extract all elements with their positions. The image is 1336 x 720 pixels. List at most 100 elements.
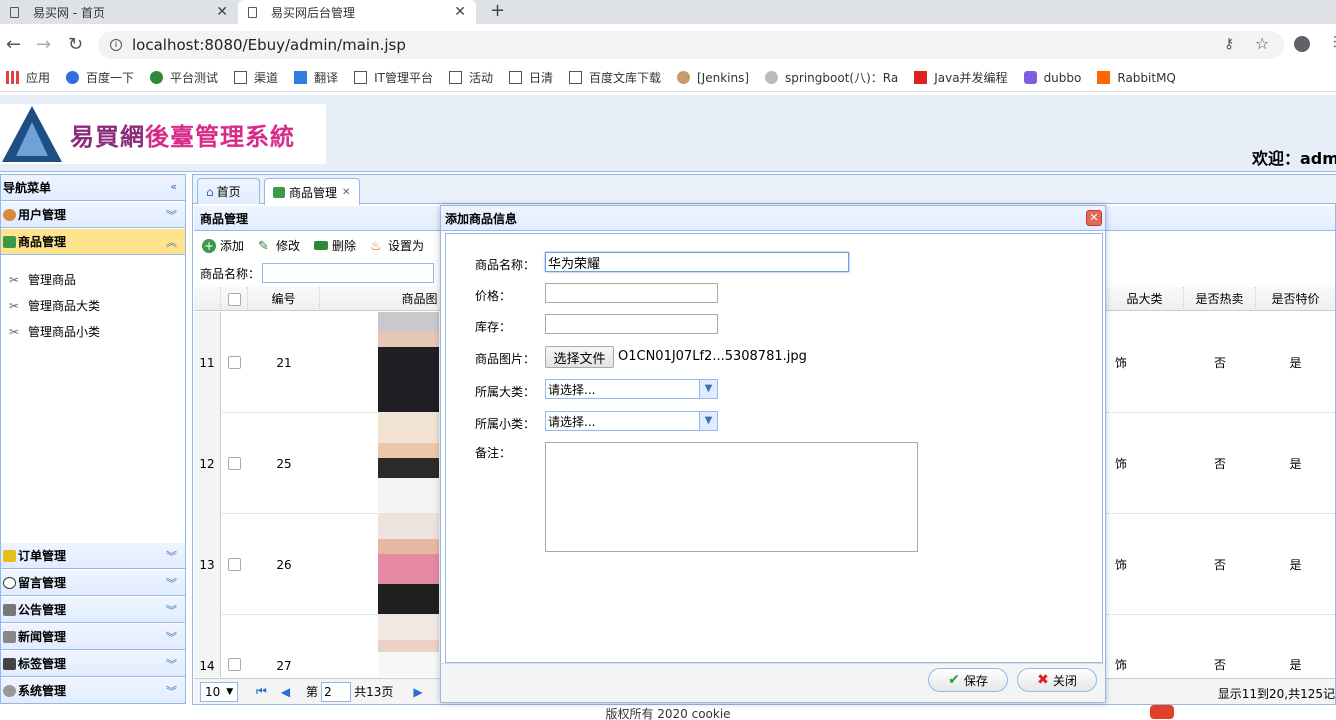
header-hot[interactable]: 是否热卖	[1184, 287, 1256, 311]
nav-section-products[interactable]: 商品管理 ︽	[1, 229, 185, 255]
bookmark-activity[interactable]: 活动	[448, 69, 493, 86]
header-sale[interactable]: 是否特价	[1256, 287, 1335, 311]
edit-button[interactable]: ✎ 修改	[258, 237, 300, 254]
tab-products[interactable]: 商品管理 ✕	[264, 178, 360, 205]
add-button[interactable]: + 添加	[202, 237, 244, 254]
nav-item-manage-products[interactable]: ✂ 管理商品	[9, 271, 76, 288]
nav-section-notices[interactable]: 公告管理 ︾	[1, 597, 185, 623]
reload-icon[interactable]: ↻	[68, 34, 83, 55]
menu-icon[interactable]: ⋮	[1328, 34, 1336, 50]
bookmark-apps[interactable]: 应用	[6, 69, 50, 86]
search-label: 商品名称：	[200, 266, 261, 281]
set-hot-button[interactable]: ♨ 设置为	[370, 237, 424, 254]
name-label: 商品名称：	[475, 258, 536, 272]
remark-label: 备注：	[475, 446, 512, 460]
bookmark-wenku[interactable]: 百度文库下载	[568, 69, 661, 86]
first-page-icon[interactable]: ⏮	[256, 684, 267, 699]
nav-section-news[interactable]: 新闻管理 ︾	[1, 624, 185, 650]
bookmark-translate[interactable]: 翻译	[294, 69, 338, 86]
notice-icon	[3, 603, 16, 616]
paw-icon	[66, 71, 80, 84]
search-input[interactable]	[262, 263, 435, 283]
info-icon[interactable]: i	[110, 39, 122, 51]
next-page-icon[interactable]: ▶	[413, 685, 422, 699]
stock-input[interactable]	[545, 314, 718, 334]
small-category-select[interactable]: 请选择... ▼	[545, 411, 718, 431]
bookmark-baidu[interactable]: 百度一下	[66, 69, 134, 86]
star-icon[interactable]: ☆	[1255, 34, 1269, 53]
nav-section-tags[interactable]: 标签管理 ︾	[1, 651, 185, 677]
close-icon[interactable]: ✕	[342, 187, 350, 198]
home-icon: ⌂	[206, 184, 214, 199]
logo-triangle-icon	[2, 106, 62, 162]
row-checkbox[interactable]	[228, 457, 241, 470]
select-all-checkbox[interactable]	[227, 292, 241, 306]
page-prefix: 第	[306, 685, 319, 699]
bookmark-java[interactable]: Java并发编程	[914, 69, 1008, 86]
row-number: 14	[194, 615, 221, 677]
close-button[interactable]: ✖ 关闭	[1017, 668, 1097, 692]
nav-section-orders[interactable]: 订单管理 ︾	[1, 543, 185, 569]
nav-section-users[interactable]: 用户管理 ︾	[1, 202, 185, 228]
page-total: 共13页	[354, 685, 394, 699]
browser-tab-admin[interactable]: 易买网后台管理 ✕	[238, 0, 476, 24]
row-checkbox[interactable]	[228, 356, 241, 369]
prev-page-icon[interactable]: ◀	[281, 685, 290, 699]
back-icon[interactable]: ←	[6, 34, 21, 55]
bookmark-rabbitmq[interactable]: RabbitMQ	[1097, 71, 1176, 85]
forward-icon[interactable]: →	[36, 34, 51, 55]
header-big-category[interactable]: 品大类	[1106, 287, 1184, 311]
page-size-select[interactable]: 10 ▼	[200, 681, 238, 702]
bookmark-dubbo[interactable]: dubbo	[1023, 71, 1081, 85]
row-number: 11	[194, 312, 221, 413]
close-icon[interactable]: ✕	[454, 4, 466, 20]
bookmark-platform-test[interactable]: 平台测试	[150, 69, 218, 86]
address-bar[interactable]: i localhost:8080/Ebuy/admin/main.jsp	[98, 31, 1284, 59]
nav-section-system[interactable]: 系统管理 ︾	[1, 678, 185, 704]
bookmark-it-platform[interactable]: IT管理平台	[354, 69, 433, 86]
nav-section-messages[interactable]: 留言管理 ︾	[1, 570, 185, 596]
product-name-input[interactable]: 华为荣耀	[545, 252, 849, 272]
row-id: 25	[276, 456, 292, 471]
tab-home[interactable]: ⌂ 首页	[197, 178, 260, 204]
header-id[interactable]: 编号	[248, 287, 320, 311]
collapse-left-icon[interactable]: «	[170, 180, 177, 193]
new-tab-icon[interactable]: +	[490, 0, 505, 21]
price-input[interactable]	[545, 283, 718, 303]
browser-tab-home[interactable]: 易买网 - 首页 ✕	[0, 0, 238, 24]
profile-icon[interactable]	[1294, 36, 1310, 52]
bookmark-channel[interactable]: 渠道	[234, 69, 278, 86]
chevron-down-icon: ▼	[699, 380, 717, 398]
close-icon[interactable]: ✕	[216, 4, 228, 20]
tools-icon: ✂	[9, 298, 20, 313]
chevron-down-icon: ︾	[166, 685, 177, 698]
page-input[interactable]: 2	[321, 681, 352, 702]
big-category-select[interactable]: 请选择... ▼	[545, 379, 718, 399]
row-checkbox[interactable]	[228, 658, 241, 671]
save-button[interactable]: ✔ 保存	[928, 668, 1008, 692]
logo-text: 易買網後臺管理系統	[70, 122, 295, 151]
rabbitmq-icon	[1097, 71, 1111, 84]
browser-tab-title: 易买网后台管理	[271, 5, 356, 20]
choose-file-button[interactable]: 选择文件	[545, 346, 614, 368]
bookmark-daily[interactable]: 日清	[508, 69, 553, 86]
key-icon[interactable]: ⚷	[1224, 36, 1234, 52]
delete-button[interactable]: 删除	[314, 237, 356, 254]
chevron-up-icon: ︽	[166, 236, 177, 249]
cloud-icon	[765, 71, 779, 84]
row-checkbox-cell	[221, 615, 248, 677]
side-nav: 导航菜单 « 用户管理 ︾ 商品管理 ︽ ✂ 管理商品 ✂ 管理商品大类 ✂ 管…	[0, 174, 186, 704]
bookmark-jenkins[interactable]: [Jenkins]	[677, 71, 749, 85]
row-checkbox[interactable]	[228, 558, 241, 571]
image-label: 商品图片：	[475, 352, 536, 366]
row-checkbox-cell	[221, 514, 248, 615]
nav-item-manage-small-category[interactable]: ✂ 管理商品小类	[9, 323, 100, 340]
close-icon[interactable]: ✕	[1086, 210, 1102, 226]
remark-textarea[interactable]	[545, 442, 918, 552]
browser-tab-title: 易买网 - 首页	[33, 5, 105, 20]
bookmark-springboot[interactable]: springboot(八)：Ra	[765, 69, 898, 86]
nav-item-manage-big-category[interactable]: ✂ 管理商品大类	[9, 297, 100, 314]
users-icon	[3, 208, 16, 221]
ime-icon[interactable]	[1150, 705, 1174, 719]
taskbar-icons	[1150, 705, 1336, 720]
